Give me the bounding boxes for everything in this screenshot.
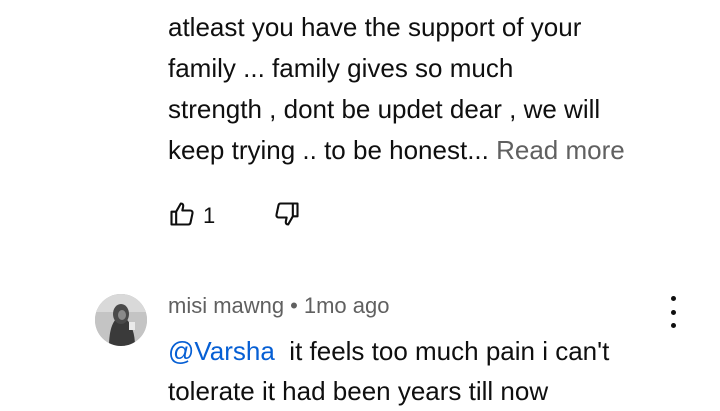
menu-dot <box>670 296 676 301</box>
menu-dot <box>670 323 676 328</box>
timestamp[interactable]: 1mo ago <box>304 293 390 318</box>
comment-line-text: keep trying .. to be honest... <box>168 135 489 165</box>
comment-line: strength , dont be updet dear , we will <box>168 94 601 124</box>
comment-actions: 1 <box>168 198 301 234</box>
comment-line: family ... family gives so much <box>168 53 514 83</box>
reply-meta: misi mawng • 1mo ago <box>168 293 389 319</box>
thumbs-down-icon <box>273 200 301 233</box>
thumbs-up-icon <box>168 200 196 233</box>
like-count: 1 <box>203 203 216 228</box>
dislike-button[interactable] <box>273 200 301 233</box>
reply-text: @Varsha it feels too much pain i can't t… <box>168 331 688 411</box>
comment-line: atleast you have the support of your <box>168 12 582 42</box>
previous-comment-text: atleast you have the support of your fam… <box>168 7 688 171</box>
menu-dot <box>670 309 676 315</box>
avatar[interactable] <box>95 294 147 346</box>
reply-line-second: tolerate it had been years till now <box>168 376 549 406</box>
more-vertical-icon[interactable] <box>664 296 682 328</box>
reply-line-first: @Varsha it feels too much pain i can't <box>168 331 688 371</box>
reply-line-text: it feels too much pain i can't <box>274 336 610 366</box>
like-button[interactable]: 1 <box>168 200 215 233</box>
mention-link[interactable]: @Varsha <box>168 336 275 366</box>
read-more-link[interactable]: Read more <box>496 135 625 165</box>
meta-separator: • <box>290 293 298 318</box>
author-name[interactable]: misi mawng <box>168 293 284 318</box>
comment-line-last: keep trying .. to be honest... Read more <box>168 130 688 171</box>
